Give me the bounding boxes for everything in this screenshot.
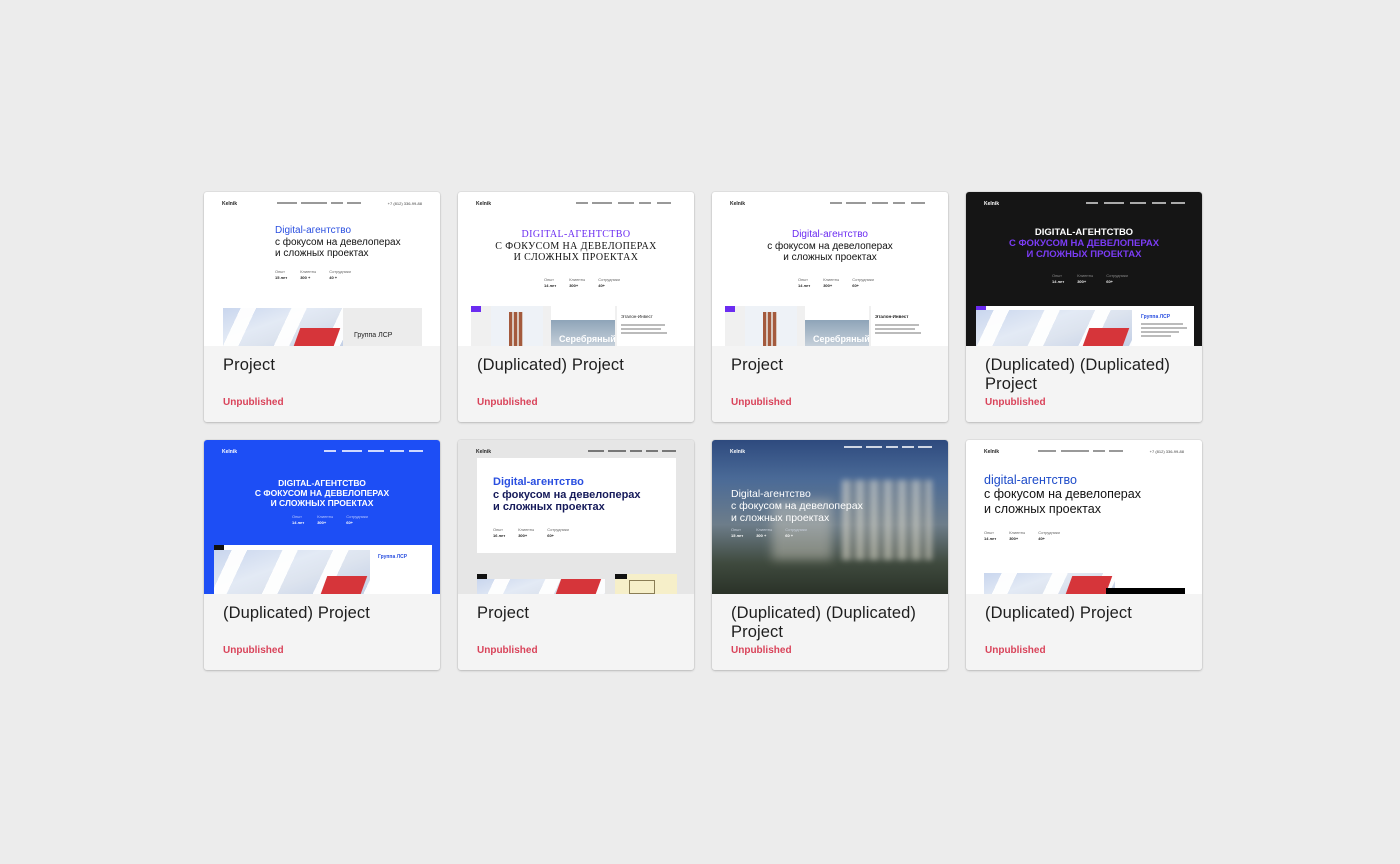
thumb-logo: Kelnik (984, 201, 1000, 207)
project-thumbnail: Kelnik +7 (812) 336-99-88 digital-агентс… (966, 440, 1202, 594)
project-grid: Kelnik +7 (812) 336-99-88 Digital-агентс… (204, 192, 1202, 670)
status-label: Unpublished (223, 645, 284, 656)
project-card[interactable]: Kelnik Digital-агентство с фокусом на де… (458, 440, 694, 670)
thumb-phone: +7 (812) 336-99-88 (387, 201, 422, 206)
status-label: Unpublished (731, 645, 792, 656)
project-card[interactable]: Kelnik DIGITAL-АГЕНТСТВО С ФОКУСОМ НА ДЕ… (204, 440, 440, 670)
thumb-logo: Kelnik (476, 201, 492, 207)
project-thumbnail: Kelnik DIGITAL-АГЕНТСТВО С ФОКУСОМ НА ДЕ… (204, 440, 440, 594)
project-card[interactable]: Kelnik DIGITAL-АГЕНТСТВО С ФОКУСОМ НА ДЕ… (458, 192, 694, 422)
project-thumbnail: Kelnik Digital-агентство с фокусом на де… (458, 440, 694, 594)
project-thumbnail: Kelnik +7 (812) 336-99-88 Digital-агентс… (204, 192, 440, 346)
thumb-logo: Kelnik (476, 449, 492, 455)
project-title: Project (731, 356, 784, 374)
project-card[interactable]: Kelnik +7 (812) 336-99-88 Digital-агентс… (204, 192, 440, 422)
thumb-logo: Kelnik (730, 201, 746, 207)
project-thumbnail: Kelnik Digital-агентство с фокусом на де… (712, 192, 948, 346)
project-title: Project (223, 356, 276, 374)
project-title: (Duplicated) (Duplicated) Project (731, 604, 916, 641)
project-thumbnail: Kelnik DIGITAL-АГЕНТСТВО С ФОКУСОМ НА ДЕ… (458, 192, 694, 346)
status-label: Unpublished (477, 397, 538, 408)
project-thumbnail: Kelnik DIGITAL-АГЕНТСТВО С ФОКУСОМ НА ДЕ… (966, 192, 1202, 346)
project-title: (Duplicated) (Duplicated) Project (985, 356, 1170, 393)
project-title: (Duplicated) Project (477, 356, 624, 374)
project-title: Project (477, 604, 530, 622)
status-label: Unpublished (731, 397, 792, 408)
project-card[interactable]: Kelnik +7 (812) 336-99-88 digital-агентс… (966, 440, 1202, 670)
status-label: Unpublished (985, 645, 1046, 656)
status-label: Unpublished (477, 645, 538, 656)
project-card[interactable]: Kelnik DIGITAL-АГЕНТСТВО С ФОКУСОМ НА ДЕ… (966, 192, 1202, 422)
project-card[interactable]: Kelnik Digital-агентство с фокусом на де… (712, 192, 948, 422)
project-title: (Duplicated) Project (985, 604, 1132, 622)
thumb-logo: Kelnik (730, 449, 746, 455)
thumb-logo: Kelnik (222, 449, 238, 455)
thumb-phone: +7 (812) 336-99-88 (1149, 449, 1184, 454)
status-label: Unpublished (223, 397, 284, 408)
thumb-logo: Kelnik (984, 449, 1000, 455)
project-card[interactable]: Kelnik Digital-агентство с фокусом на де… (712, 440, 948, 670)
project-thumbnail: Kelnik Digital-агентство с фокусом на де… (712, 440, 948, 594)
status-label: Unpublished (985, 397, 1046, 408)
project-title: (Duplicated) Project (223, 604, 370, 622)
thumb-logo: Kelnik (222, 201, 238, 207)
